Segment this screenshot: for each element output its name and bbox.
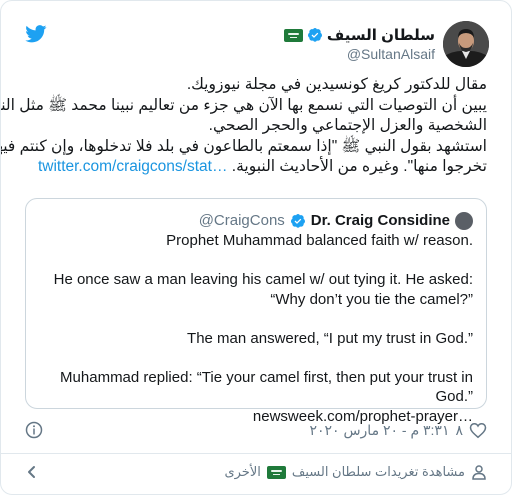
- author-name[interactable]: سلطان السيف: [327, 26, 435, 44]
- author-avatar[interactable]: [443, 21, 489, 67]
- info-icon[interactable]: [25, 421, 43, 439]
- tweet-line-with-link: تخرجوا منها". وغيره من الأحاديث النبوية.…: [25, 157, 487, 178]
- saudi-flag-icon: [266, 465, 286, 479]
- tweet-link[interactable]: twitter.com/craigcons/stat…: [38, 158, 228, 175]
- verified-badge-icon: [307, 28, 322, 42]
- heart-icon[interactable]: [469, 422, 487, 439]
- quote-blank-line: [39, 309, 473, 329]
- footer-divider: [1, 453, 511, 454]
- more-tweets-link[interactable]: مشاهدة تغريدات سلطان السيف الأخرى: [224, 464, 487, 480]
- twitter-bird-icon[interactable]: [25, 25, 47, 43]
- more-tweets-suffix[interactable]: الأخرى: [224, 464, 260, 480]
- more-tweets-text[interactable]: مشاهدة تغريدات سلطان السيف: [292, 464, 465, 480]
- avatar-portrait: [443, 21, 489, 67]
- tweet-line: يبين أن التوصيات التي نسمع بها الآن هي ج…: [0, 96, 487, 114]
- quote-blank-line: [39, 348, 473, 368]
- user-icon: [472, 465, 486, 480]
- quote-blank-line: [39, 251, 473, 271]
- quoted-author-name: Dr. Craig Considine: [310, 212, 450, 229]
- tweet-timestamp[interactable]: ٣:٣١ م - ٢٠ مارس ٢٠٢٠: [309, 422, 449, 439]
- tweet-line: مقال للدكتور كريغ كونسيدين في مجلة نيوزو…: [186, 76, 487, 93]
- quoted-author-avatar: [455, 212, 473, 230]
- saudi-flag-icon: [283, 28, 303, 42]
- quote-line: He once saw a man leaving his camel w/ o…: [53, 271, 473, 288]
- tweet-line: الشخصية والعزل الإجتماعي والحجر الصحي.: [208, 117, 487, 134]
- tweet-meta-right: ٨ ٣:٣١ م - ٢٠ مارس ٢٠٢٠: [309, 422, 487, 439]
- tweet-line: استشهد بقول النبي ﷺ "إذا سمعتم بالطاعون …: [0, 137, 487, 155]
- quote-line: Prophet Muhammad balanced faith w/ reaso…: [166, 232, 473, 249]
- quoted-tweet[interactable]: @CraigCons Dr. Craig Considine Prophet M…: [25, 198, 487, 425]
- quoted-tweet-header: @CraigCons Dr. Craig Considine: [39, 211, 473, 231]
- like-count[interactable]: ٨: [455, 422, 463, 439]
- quoted-tweet-body: Prophet Muhammad balanced faith w/ reaso…: [39, 231, 473, 426]
- tweet-author[interactable]: سلطان السيف @SultanAlsaif: [283, 25, 435, 62]
- tweet-footer: مشاهدة تغريدات سلطان السيف الأخرى: [25, 459, 487, 485]
- quote-line: The man answered, “I put my trust in God…: [187, 329, 473, 347]
- author-handle[interactable]: @SultanAlsaif: [284, 46, 435, 62]
- tweet-text: مقال للدكتور كريغ كونسيدين في مجلة نيوزو…: [0, 75, 487, 178]
- tweet-line: تخرجوا منها". وغيره من الأحاديث النبوية.: [231, 158, 487, 175]
- embedded-tweet-card: سلطان السيف @SultanAlsaif مقال للدكتور ك…: [0, 0, 512, 495]
- quote-line: Muhammad replied: “Tie your camel first,…: [60, 368, 473, 406]
- quoted-author-handle: @CraigCons: [198, 212, 285, 229]
- tweet-meta: ٨ ٣:٣١ م - ٢٠ مارس ٢٠٢٠: [25, 419, 487, 441]
- verified-badge-icon: [290, 214, 305, 228]
- chevron-left-icon[interactable]: [25, 465, 39, 479]
- quote-line: “Why don’t you tie the camel?”: [270, 290, 473, 308]
